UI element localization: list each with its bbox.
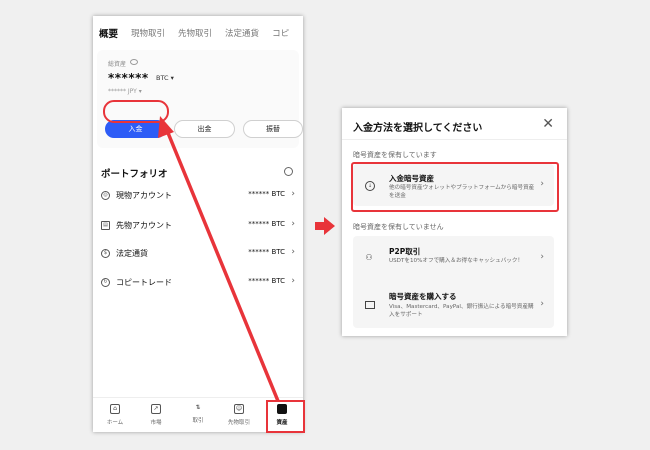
portfolio-row-spot[interactable]: ◎ 現物アカウント ****** BTC ›	[101, 189, 295, 205]
nav-label: 先物取引	[227, 420, 250, 426]
section-have-crypto: 暗号資産を保有しています	[353, 151, 437, 159]
option-title: 暗号資産を購入する	[389, 292, 457, 301]
option-desc: USDTを10%オフで購入＆お得なキャッシュバック！	[389, 258, 524, 264]
option-title: P2P取引	[389, 247, 421, 256]
chevron-right-icon: ›	[291, 219, 295, 229]
nav-market[interactable]: ↗ 市場	[140, 404, 172, 426]
deposit-highlight-box	[103, 100, 169, 123]
balance-unit-select[interactable]: BTC ▾	[156, 74, 174, 82]
tab-overview[interactable]: 概要	[99, 26, 118, 40]
nav-futures[interactable]: ☺ 先物取引	[223, 404, 255, 426]
chevron-right-icon: ›	[540, 252, 544, 262]
asset-tabs: 概要 現物取引 先物取引 法定通貨 コピ	[93, 16, 303, 50]
divider	[342, 139, 567, 140]
portfolio-row-futures[interactable]: ▤ 先物アカウント ****** BTC ›	[101, 219, 295, 235]
withdraw-button[interactable]: 出金	[174, 120, 235, 138]
total-assets-card: 総資産 ****** BTC ▾ ****** JPY ▾ 入金 出金 振替	[97, 50, 303, 148]
portfolio-row-value: ****** BTC	[248, 190, 285, 198]
deposit-method-modal: 入金方法を選択してください ✕ 暗号資産を保有しています ↓ 入金暗号資産 他の…	[342, 108, 567, 336]
nav-label: ホーム	[106, 420, 124, 426]
next-step-arrow-icon	[315, 217, 335, 235]
total-balance: ******	[108, 71, 149, 85]
chevron-right-icon: ›	[540, 299, 544, 309]
portfolio-row-value: ****** BTC	[248, 277, 285, 285]
assets-nav-highlight-box	[266, 400, 305, 433]
option-p2p[interactable]: ⚇ P2P取引 USDTを10%オフで購入＆お得なキャッシュバック！ ›	[353, 236, 554, 280]
crypto-deposit-highlight-box	[351, 162, 559, 212]
pie-chart-icon[interactable]	[284, 167, 293, 176]
portfolio-row-label: 法定通貨	[116, 249, 148, 258]
nav-home[interactable]: ⌂ ホーム	[99, 404, 131, 426]
section-no-crypto: 暗号資産を保有していません	[353, 223, 444, 231]
option-desc: Visa、Mastercard、PayPal、銀行振込による暗号資産購入をサポー…	[389, 304, 534, 318]
chevron-right-icon: ›	[291, 247, 295, 257]
tab-spot[interactable]: 現物取引	[131, 27, 165, 39]
total-assets-label: 総資産	[108, 61, 127, 68]
option-buy-crypto[interactable]: 暗号資産を購入する Visa、Mastercard、PayPal、銀行振込による…	[353, 282, 554, 328]
portfolio-row-label: 先物アカウント	[116, 221, 172, 230]
portfolio-row-value: ****** BTC	[248, 220, 285, 228]
home-icon: ⌂	[110, 404, 120, 414]
tab-fiat[interactable]: 法定通貨	[225, 27, 259, 39]
nav-trade[interactable]: ⇅ 取引	[182, 404, 214, 424]
modal-title: 入金方法を選択してください	[353, 123, 483, 134]
credit-card-icon	[365, 301, 375, 309]
spot-account-icon: ◎	[101, 191, 110, 200]
tab-futures[interactable]: 先物取引	[178, 27, 212, 39]
trade-icon: ⇅	[195, 404, 201, 411]
chevron-right-icon: ›	[291, 189, 295, 199]
portfolio-title: ポートフォリオ	[101, 169, 168, 180]
eye-icon[interactable]	[130, 59, 138, 65]
futures-icon: ☺	[234, 404, 244, 414]
portfolio-row-value: ****** BTC	[248, 248, 285, 256]
portfolio-row-copy[interactable]: ↻ コピートレード ****** BTC ›	[101, 276, 295, 292]
portfolio-row-label: コピートレード	[116, 278, 172, 287]
fiat-balance[interactable]: ****** JPY ▾	[108, 88, 142, 95]
fiat-currency-icon: $	[101, 249, 110, 258]
copy-trade-icon: ↻	[101, 278, 110, 287]
nav-label: 取引	[192, 418, 204, 424]
transfer-button[interactable]: 振替	[243, 120, 303, 138]
portfolio-row-fiat[interactable]: $ 法定通貨 ****** BTC ›	[101, 247, 295, 263]
chevron-right-icon: ›	[291, 276, 295, 286]
assets-screen: 概要 現物取引 先物取引 法定通貨 コピ 総資産 ****** BTC ▾ **…	[93, 16, 303, 432]
nav-label: 市場	[150, 420, 162, 426]
portfolio-row-label: 現物アカウント	[116, 191, 172, 200]
futures-account-icon: ▤	[101, 221, 110, 230]
tab-copy[interactable]: コピ	[272, 27, 289, 39]
buy-crypto-card: ⚇ P2P取引 USDTを10%オフで購入＆お得なキャッシュバック！ › 暗号資…	[353, 236, 554, 328]
market-icon: ↗	[151, 404, 161, 414]
close-icon[interactable]: ✕	[542, 116, 554, 132]
users-icon: ⚇	[365, 253, 373, 262]
